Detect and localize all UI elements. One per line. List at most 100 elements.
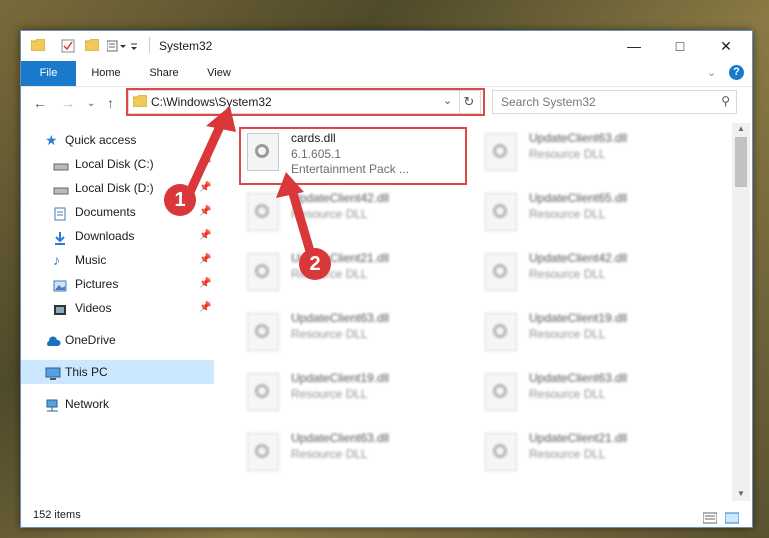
sidebar-item-local-disk-c[interactable]: Local Disk (C:) 📌 [21,152,214,176]
pin-icon[interactable]: 📌 [199,176,211,200]
file-item[interactable]: UpdateClient42.dll Resource DLL [481,247,701,295]
music-icon: ♪ [53,252,60,268]
pin-icon[interactable]: 📌 [199,200,211,224]
file-name: UpdateClient21.dll [529,431,628,445]
search-icon[interactable]: ⚲ [721,94,730,108]
computer-icon [45,365,61,380]
tab-file[interactable]: File [21,61,76,86]
file-item[interactable]: UpdateClient63.dll Resource DLL [481,367,701,415]
annotation-badge-1: 1 [164,184,196,216]
back-arrow-icon[interactable]: ← [33,95,47,111]
title-bar: System32 — □ ✕ [21,31,752,61]
file-description: Resource DLL [529,147,606,161]
recent-locations-icon[interactable]: ⌄ [87,98,95,109]
file-item[interactable]: UpdateClient21.dll Resource DLL [243,247,463,295]
tab-share[interactable]: Share [141,61,187,86]
details-view-icon[interactable] [702,509,718,533]
sidebar-item-label: Music [75,253,107,267]
forward-arrow-icon[interactable]: → [61,95,75,111]
file-item[interactable]: UpdateClient19.dll Resource DLL [243,367,463,415]
network-icon [45,397,59,412]
file-name: UpdateClient19.dll [291,371,390,385]
scroll-up-icon[interactable]: ▲ [737,124,745,133]
pin-icon[interactable]: 📌 [199,152,211,176]
file-description: Resource DLL [291,207,368,221]
dll-file-icon [247,433,279,471]
sidebar-item-music[interactable]: ♪ Music 📌 [21,248,214,272]
sidebar-item-label: Documents [75,205,136,219]
dll-file-icon [247,253,279,291]
pictures-icon [53,277,67,292]
download-icon [53,229,67,245]
expand-ribbon-icon[interactable]: ⌄ [707,66,716,79]
address-highlight [126,88,485,116]
properties-icon[interactable] [61,39,75,56]
tab-home[interactable]: Home [83,61,129,86]
dll-file-icon [485,133,517,171]
tab-view[interactable]: View [197,61,241,86]
star-icon: ★ [45,132,58,148]
dll-file-icon [247,313,279,351]
new-folder-icon[interactable] [84,38,100,54]
annotation-badge-2: 2 [299,248,331,280]
pin-icon[interactable]: 📌 [199,248,211,272]
sidebar-item-onedrive[interactable]: OneDrive [21,328,214,352]
file-item[interactable]: UpdateClient21.dll Resource DLL [481,427,701,475]
minimize-button[interactable]: — [611,31,657,61]
file-item[interactable]: UpdateClient63.dll Resource DLL [243,307,463,355]
close-button[interactable]: ✕ [703,31,749,61]
scroll-down-icon[interactable]: ▼ [737,489,745,498]
tiles-view-icon[interactable] [724,509,740,533]
help-icon[interactable]: ? [729,65,744,80]
sidebar-item-label: Local Disk (D:) [75,181,154,195]
file-description: Resource DLL [529,207,606,221]
sidebar-item-downloads[interactable]: Downloads 📌 [21,224,214,248]
sidebar-item-quick-access[interactable]: ★ Quick access [21,128,214,152]
up-arrow-icon[interactable]: ↑ [107,95,114,111]
dll-file-icon [247,373,279,411]
file-highlight [239,127,467,185]
file-name: UpdateClient65.dll [529,191,628,205]
status-bar: 152 items [21,503,752,527]
title-divider [149,37,150,53]
sidebar-item-label: Downloads [75,229,135,243]
window-title: System32 [159,39,213,53]
file-item[interactable]: UpdateClient63.dll Resource DLL [481,127,701,175]
file-item[interactable]: UpdateClient19.dll Resource DLL [481,307,701,355]
ribbon-tabs: File Home Share View ⌄ ? [21,61,752,87]
pin-icon[interactable]: 📌 [199,296,211,320]
search-input[interactable]: Search System32 ⚲ [492,90,737,114]
file-description: Resource DLL [529,387,606,401]
sidebar-item-network[interactable]: Network [21,392,214,416]
sidebar-item-videos[interactable]: Videos 📌 [21,296,214,320]
file-item[interactable]: UpdateClient42.dll Resource DLL [243,187,463,235]
file-name: UpdateClient63.dll [529,131,628,145]
customize-qat-icon[interactable] [106,39,137,56]
file-list: cards.dll 6.1.605.1 Entertainment Pack .… [221,123,731,501]
navigation-bar: ← → ⌄ ↑ C:\Windows\System32 ⌄ ↻ Search S… [21,87,752,119]
vertical-scrollbar[interactable]: ▲ ▼ [732,123,750,501]
sidebar-item-this-pc[interactable]: This PC [21,360,214,384]
file-description: Resource DLL [529,327,606,341]
dll-file-icon [485,313,517,351]
navigation-pane: ★ Quick access Local Disk (C:) 📌 Local D… [21,123,214,503]
folder-icon[interactable] [30,38,46,54]
file-item[interactable]: UpdateClient65.dll Resource DLL [481,187,701,235]
file-description: Resource DLL [291,327,368,341]
dll-file-icon [247,193,279,231]
drive-icon [53,157,69,171]
pin-icon[interactable]: 📌 [199,224,211,248]
file-item[interactable]: UpdateClient63.dll Resource DLL [243,427,463,475]
sidebar-item-label: Pictures [75,277,119,291]
scrollbar-thumb[interactable] [735,137,747,187]
sidebar-item-label: Videos [75,301,112,315]
file-name: UpdateClient42.dll [529,251,628,265]
pin-icon[interactable]: 📌 [199,272,211,296]
sidebar-item-label: Quick access [65,133,137,147]
documents-icon [53,205,67,221]
sidebar-item-label: OneDrive [65,333,116,347]
videos-icon [53,301,67,315]
sidebar-item-label: Network [65,397,110,411]
maximize-button[interactable]: □ [657,31,703,61]
sidebar-item-pictures[interactable]: Pictures 📌 [21,272,214,296]
